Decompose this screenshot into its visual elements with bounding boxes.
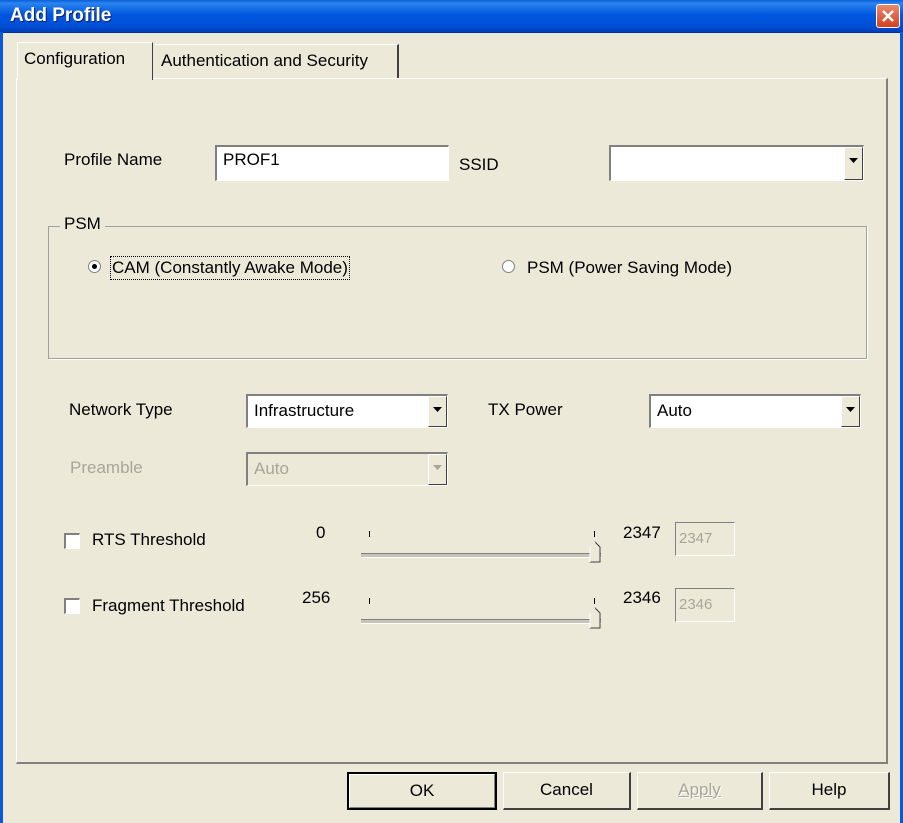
fragment-slider-thumb[interactable] — [589, 607, 601, 629]
close-icon — [882, 10, 894, 22]
help-button-label: Help — [811, 780, 847, 799]
psm-group-title: PSM — [60, 214, 105, 234]
tab-configuration-label: Configuration — [24, 49, 126, 68]
fragment-slider-track[interactable] — [361, 619, 601, 624]
preamble-label: Preamble — [70, 458, 143, 477]
network-type-dropdown-button[interactable] — [428, 396, 447, 427]
profile-name-input[interactable]: PROF1 — [215, 145, 449, 181]
fragment-slider-tick-max — [594, 598, 595, 604]
chevron-down-icon — [433, 407, 442, 412]
preamble-dropdown-button — [428, 454, 447, 485]
ssid-label: SSID — [459, 155, 499, 174]
cam-radio[interactable] — [88, 260, 101, 273]
ok-button[interactable]: OK — [347, 772, 497, 810]
profile-name-label: Profile Name — [64, 150, 163, 169]
psm-radio-label[interactable]: PSM (Power Saving Mode) — [527, 258, 732, 278]
fragment-slider-tick-min — [369, 598, 370, 604]
ok-button-label: OK — [409, 781, 435, 800]
cancel-button[interactable]: Cancel — [503, 772, 631, 810]
network-type-value: Infrastructure — [254, 401, 355, 420]
fragment-min-label: 256 — [302, 588, 331, 607]
radio-selected-dot — [92, 264, 97, 269]
tx-power-dropdown-button[interactable] — [841, 396, 860, 427]
fragment-max-label: 2346 — [623, 588, 661, 607]
tx-power-label: TX Power — [488, 400, 563, 419]
chevron-down-icon — [433, 465, 442, 470]
title-bar: Add Profile — [0, 0, 903, 33]
window-title: Add Profile — [10, 5, 112, 26]
rts-threshold-checkbox[interactable] — [64, 533, 80, 549]
cam-radio-label[interactable]: CAM (Constantly Awake Mode) — [110, 256, 350, 280]
psm-radio[interactable] — [502, 260, 515, 273]
fragment-value-box: 2346 — [675, 588, 735, 622]
tab-authentication-security-label: Authentication and Security — [161, 51, 368, 70]
close-button[interactable] — [876, 4, 900, 28]
cancel-button-label: Cancel — [540, 780, 593, 799]
network-type-combo[interactable]: Infrastructure — [246, 394, 448, 428]
tx-power-combo[interactable]: Auto — [649, 394, 861, 428]
ssid-combo[interactable] — [609, 145, 864, 181]
rts-max-label: 2347 — [623, 523, 661, 542]
apply-button-label: Apply — [678, 780, 721, 799]
rts-slider-tick-max — [594, 531, 595, 537]
psm-groupbox — [48, 226, 867, 359]
rts-slider-track[interactable] — [361, 553, 601, 558]
rts-slider-thumb[interactable] — [589, 541, 601, 563]
preamble-combo: Auto — [246, 452, 448, 486]
preamble-value: Auto — [254, 459, 289, 478]
tx-power-value: Auto — [657, 401, 692, 420]
rts-value-box: 2347 — [675, 522, 735, 556]
window-frame-left — [0, 32, 3, 823]
tab-authentication-security[interactable]: Authentication and Security — [155, 44, 399, 78]
chevron-down-icon — [846, 407, 855, 412]
apply-button: Apply — [637, 772, 763, 810]
tab-configuration[interactable]: Configuration — [17, 42, 153, 80]
ssid-dropdown-button[interactable] — [844, 147, 863, 180]
fragment-threshold-label[interactable]: Fragment Threshold — [92, 596, 245, 616]
rts-min-label: 0 — [316, 523, 326, 542]
fragment-threshold-checkbox[interactable] — [64, 598, 80, 614]
network-type-label: Network Type — [69, 400, 173, 419]
help-button[interactable]: Help — [769, 772, 890, 810]
chevron-down-icon — [849, 158, 858, 163]
rts-threshold-label[interactable]: RTS Threshold — [92, 530, 206, 550]
rts-slider-tick-min — [369, 531, 370, 537]
